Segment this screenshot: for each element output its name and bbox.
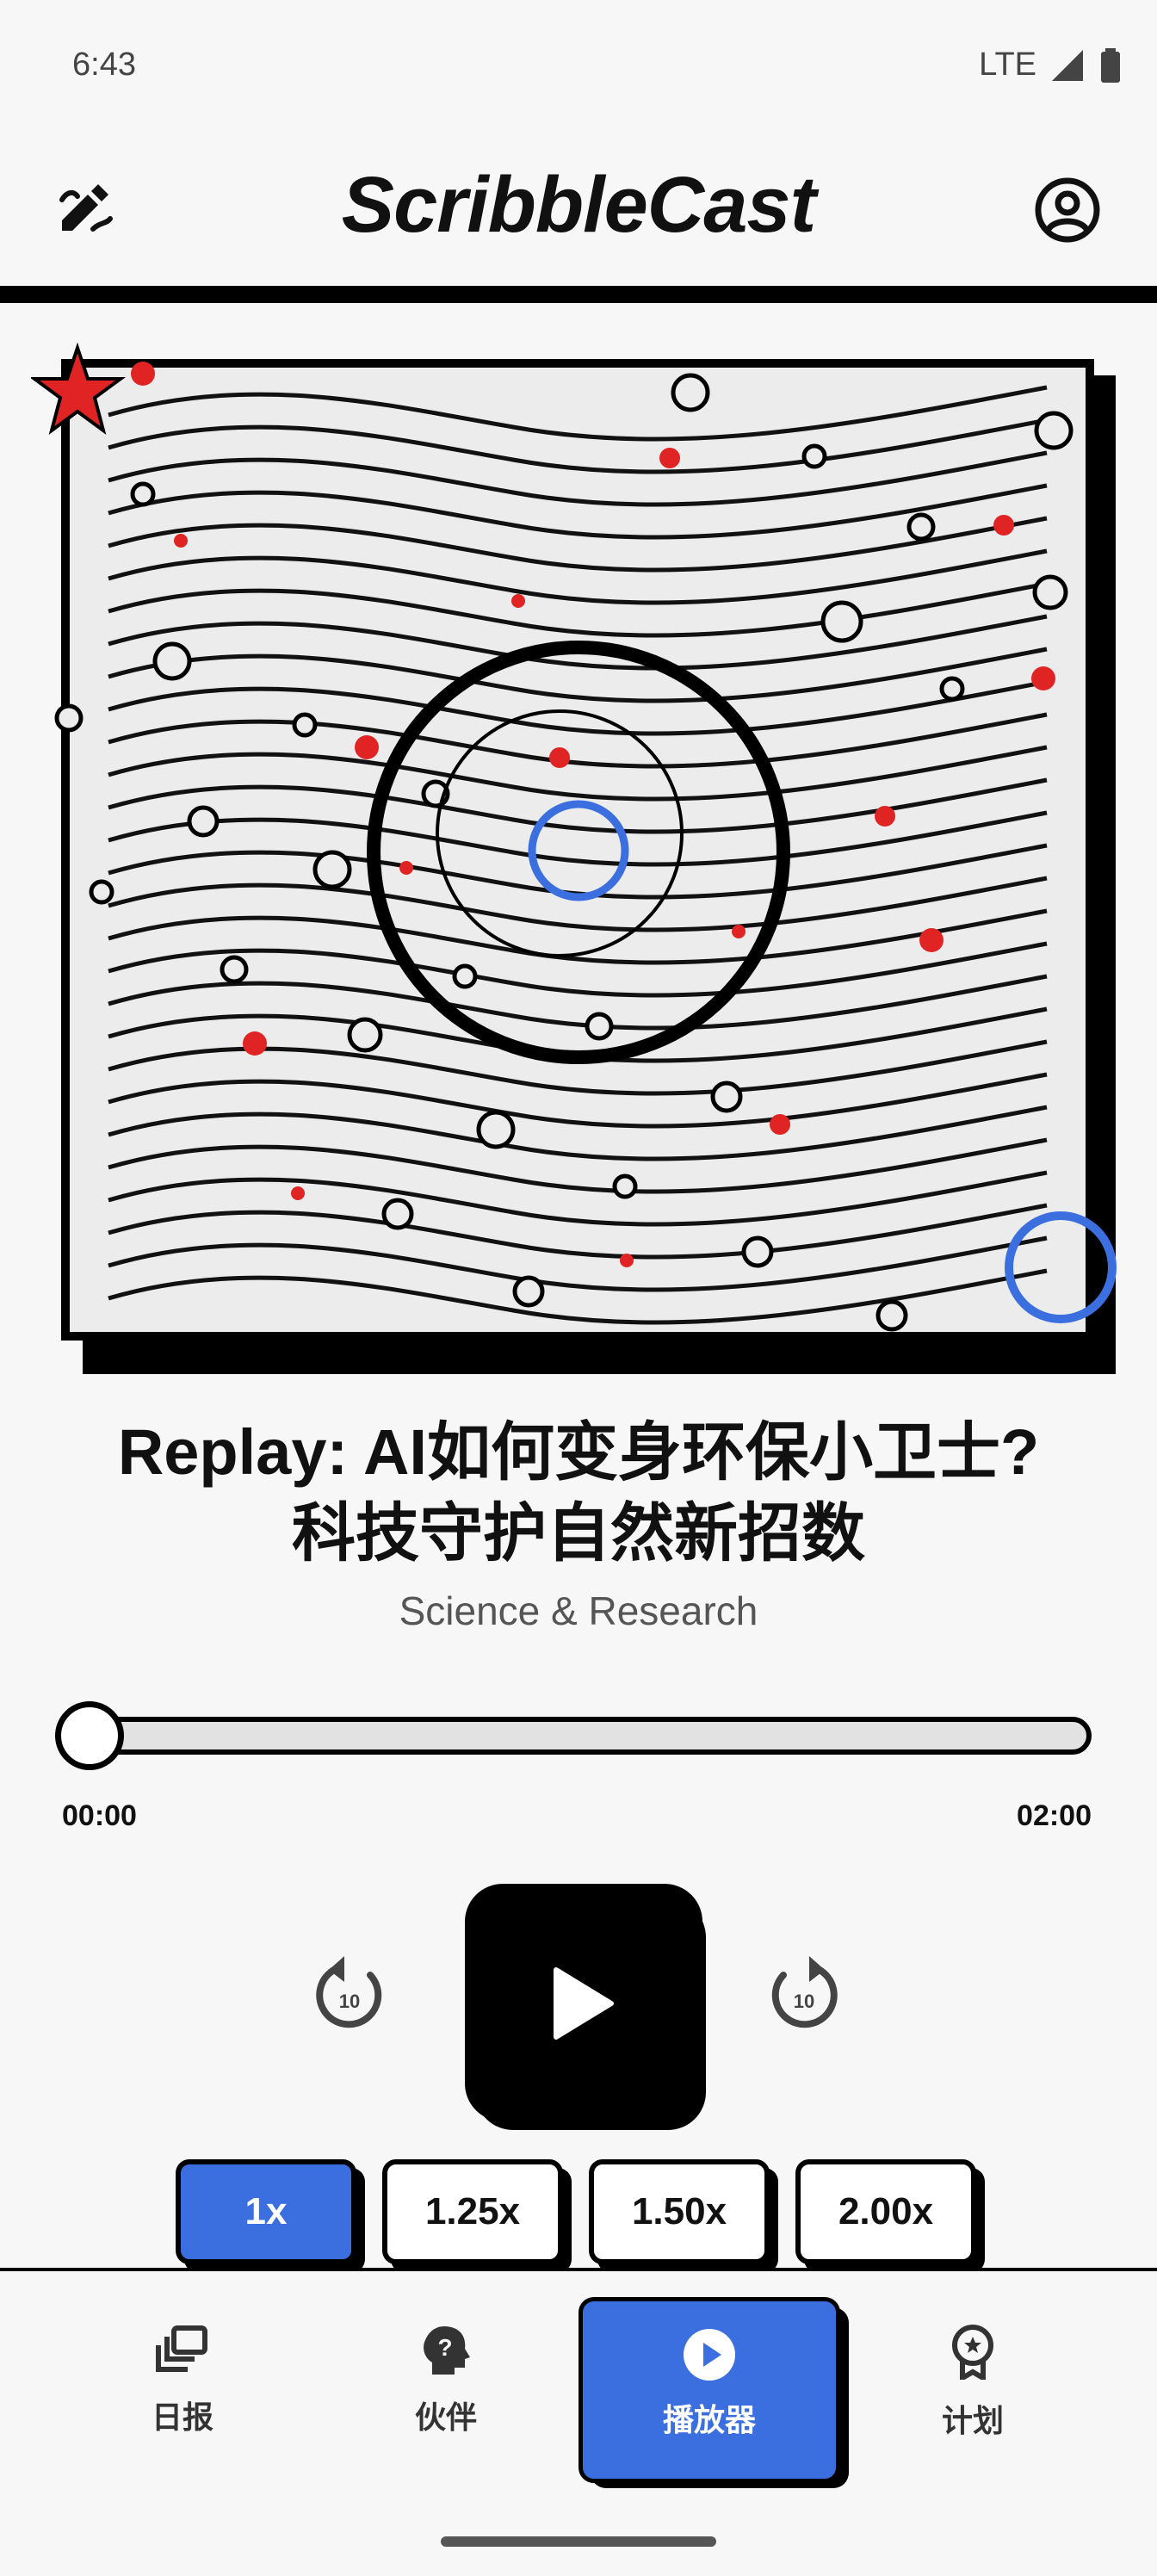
cover-ring [152, 641, 192, 681]
svg-text:10: 10 [339, 1991, 360, 2012]
cover-red-dot [659, 448, 680, 468]
library-icon [156, 2325, 207, 2372]
cover-red-dot [243, 1031, 267, 1056]
cover-ring [292, 712, 318, 738]
cover-ring [130, 481, 156, 507]
cover-ring [585, 1012, 614, 1041]
cover-ring [671, 373, 710, 412]
nav-label-plan: 计划 [941, 2403, 1004, 2438]
cover-ring [875, 1299, 908, 1332]
progress-bar[interactable] [59, 1717, 1092, 1755]
cover-red-dot [174, 534, 188, 548]
network-label: LTE [979, 46, 1036, 83]
header-divider [0, 286, 1157, 303]
speed-option-2x[interactable]: 2.00x [795, 2159, 985, 2273]
app-title: ScribbleCast [341, 161, 816, 249]
speed-button[interactable]: 2.00x [795, 2159, 976, 2264]
cover-red-dot [1031, 666, 1055, 690]
cover-ring [801, 443, 827, 469]
total-time: 02:00 [1017, 1799, 1092, 1832]
cover-ring [89, 879, 114, 905]
svg-text:10: 10 [794, 1991, 814, 2012]
cover-red-dot [399, 861, 413, 875]
replay-10-icon[interactable]: 10 [310, 1949, 387, 2035]
battery-icon [1101, 48, 1120, 83]
cover-ring [347, 1017, 383, 1053]
status-time: 6:43 [72, 46, 136, 83]
cover-red-dot [511, 594, 525, 608]
play-icon [554, 1967, 614, 2040]
speed-option-1-25x[interactable]: 1.25x [382, 2159, 572, 2273]
progress-thumb[interactable] [55, 1701, 124, 1770]
current-time: 00:00 [62, 1799, 137, 1832]
speed-button[interactable]: 1.50x [589, 2159, 770, 2264]
cover-red-dot [732, 925, 746, 938]
account-icon[interactable] [1033, 176, 1102, 245]
cover-red-dot [919, 928, 944, 952]
nav-item-player[interactable]: 播放器 [578, 2297, 840, 2483]
cover-ring [710, 1081, 743, 1113]
cover-red-dot [770, 1114, 790, 1135]
cover-ring [1034, 411, 1073, 450]
speed-button[interactable]: 1x [176, 2159, 356, 2264]
cover-ring [476, 1110, 516, 1149]
nav-item-plan[interactable]: 计划 [887, 2325, 1059, 2441]
nav-label-daily: 日报 [151, 2400, 213, 2435]
cover-ring [54, 703, 84, 733]
episode-title-line1: Replay: AI如何变身环保小卫士? [117, 1416, 1040, 1488]
cover-ring [612, 1173, 638, 1199]
cover-ring [906, 512, 936, 542]
gesture-bar [441, 2536, 716, 2547]
cover-red-dot [993, 515, 1014, 536]
cover-ring [820, 600, 863, 643]
cover-ring [512, 1275, 545, 1308]
cover-ring [187, 805, 220, 838]
speed-button[interactable]: 1.25x [382, 2159, 563, 2264]
cover-red-dot [620, 1254, 634, 1267]
episode-title: Replay: AI如何变身环保小卫士? 科技守护自然新招数 [52, 1412, 1105, 1574]
episode-category: Science & Research [399, 1588, 758, 1633]
nav-item-partner[interactable]: ? 伙伴 [360, 2325, 532, 2437]
episode-cover-art [31, 342, 1117, 1374]
episode-title-line2: 科技守护自然新招数 [292, 1497, 865, 1569]
signal-icon [1052, 50, 1083, 81]
play-circle-icon [684, 2329, 735, 2381]
cover-ring [452, 963, 478, 989]
svg-text:?: ? [437, 2334, 452, 2361]
cover-red-dot [875, 806, 895, 827]
award-icon [952, 2325, 993, 2383]
speed-option-1x[interactable]: 1x [176, 2159, 365, 2273]
cover-ring [381, 1198, 414, 1230]
cover-ring [312, 850, 352, 889]
help-head-icon: ? [424, 2326, 470, 2375]
cover-ring [939, 676, 965, 702]
cover-red-dot [355, 735, 379, 759]
cover-red-dot [291, 1186, 305, 1200]
cover-ring [741, 1235, 774, 1268]
speed-option-1-50x[interactable]: 1.50x [589, 2159, 778, 2273]
cover-red-dot [549, 747, 570, 768]
cover-red-dot [131, 362, 155, 386]
cover-ring [220, 955, 249, 984]
nav-label-partner: 伙伴 [414, 2400, 477, 2435]
cover-ring [1032, 574, 1068, 610]
forward-10-icon[interactable]: 10 [766, 1949, 844, 2035]
nav-item-daily[interactable]: 日报 [96, 2325, 269, 2437]
nav-label-player: 播放器 [662, 2402, 756, 2437]
